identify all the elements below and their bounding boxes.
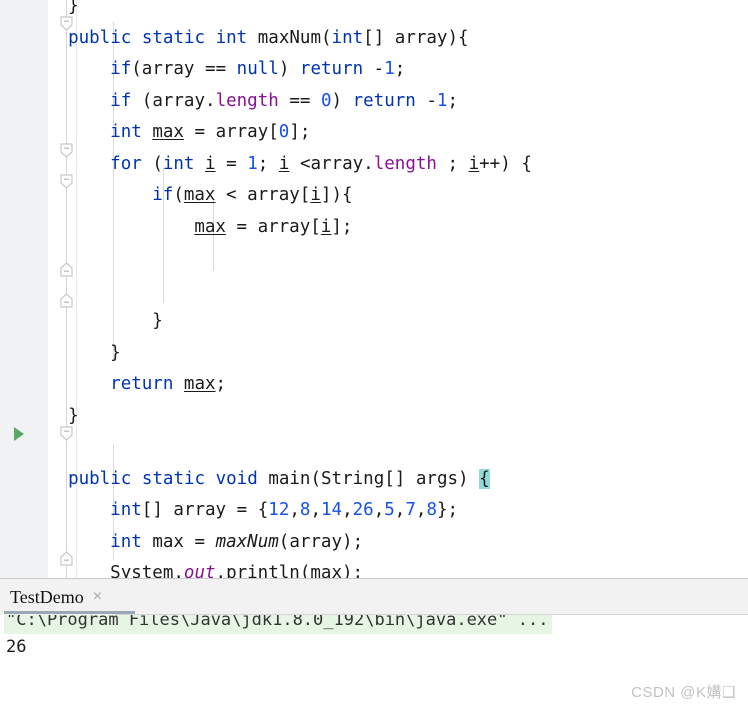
code-line-text: if (array.length == 0) return -1; bbox=[110, 90, 459, 111]
code-line[interactable]: return max; bbox=[0, 369, 748, 401]
code-line[interactable]: } bbox=[0, 306, 748, 338]
code-line[interactable]: if (array.length == 0) return -1; bbox=[0, 86, 748, 118]
code-line[interactable] bbox=[0, 275, 748, 307]
close-icon[interactable]: × bbox=[93, 589, 102, 605]
code-line-text: if(max < array[i]){ bbox=[152, 185, 353, 205]
code-line-text: for (int i = 1; i <array.length ; i++) { bbox=[110, 153, 532, 174]
code-editor[interactable]: } public static int maxNum(int[] array){ i… bbox=[0, 0, 748, 578]
code-line[interactable]: int[] array = {12,8,14,26,5,7,8}; bbox=[0, 495, 748, 527]
code-line[interactable]: public static int maxNum(int[] array){ bbox=[0, 23, 748, 55]
console-program-output: 26 bbox=[6, 637, 27, 657]
console-command-line: "C:\Program Files\Java\jdk1.8.0_192\bin\… bbox=[4, 615, 553, 634]
run-console-panel[interactable]: TestDemo × "C:\Program Files\Java\jdk1.8… bbox=[0, 578, 748, 710]
console-tab-active-underline bbox=[4, 611, 135, 614]
code-line-text: public static void main(String[] args) { bbox=[68, 468, 490, 489]
code-line[interactable]: for (int i = 1; i <array.length ; i++) { bbox=[0, 149, 748, 181]
code-line[interactable]: } bbox=[0, 401, 748, 433]
console-tab-label: TestDemo bbox=[10, 586, 84, 607]
code-line[interactable]: int max = array[0]; bbox=[0, 117, 748, 149]
code-line-text: int max = maxNum(array); bbox=[110, 531, 364, 552]
console-tab-testdemo[interactable]: TestDemo × bbox=[0, 579, 117, 615]
watermark: CSDN @K媾❑ bbox=[631, 684, 736, 701]
matching-brace-highlight: { bbox=[479, 468, 490, 489]
code-line[interactable]: } bbox=[0, 338, 748, 370]
code-line[interactable] bbox=[0, 432, 748, 464]
code-line-text: if(array == null) return -1; bbox=[110, 59, 406, 79]
code-text-layer[interactable]: } public static int maxNum(int[] array){ i… bbox=[0, 0, 748, 578]
console-tab-bar[interactable]: TestDemo × bbox=[0, 579, 748, 615]
code-line-text: max = array[i]; bbox=[194, 216, 353, 237]
code-line-text: int max = array[0]; bbox=[110, 122, 311, 142]
code-line-text: } bbox=[152, 311, 163, 331]
code-line[interactable]: if(max < array[i]){ bbox=[0, 180, 748, 212]
code-line[interactable]: public static void main(String[] args) { bbox=[0, 464, 748, 496]
code-line-text: } bbox=[68, 0, 79, 16]
code-line[interactable]: max = array[i]; bbox=[0, 212, 748, 244]
code-line[interactable]: System.out.println(max); bbox=[0, 558, 748, 578]
code-line[interactable] bbox=[0, 243, 748, 275]
code-line-text: } bbox=[110, 342, 121, 363]
code-line-text: int[] array = {12,8,14,26,5,7,8}; bbox=[110, 500, 459, 520]
code-line[interactable]: int max = maxNum(array); bbox=[0, 527, 748, 559]
code-line-text: System.out.println(max); bbox=[110, 563, 364, 578]
code-line-text: } bbox=[68, 405, 79, 426]
code-line[interactable]: if(array == null) return -1; bbox=[0, 54, 748, 86]
code-line-text: return max; bbox=[110, 374, 227, 394]
code-line[interactable]: } bbox=[0, 0, 748, 23]
code-line-text: public static int maxNum(int[] array){ bbox=[68, 27, 469, 48]
